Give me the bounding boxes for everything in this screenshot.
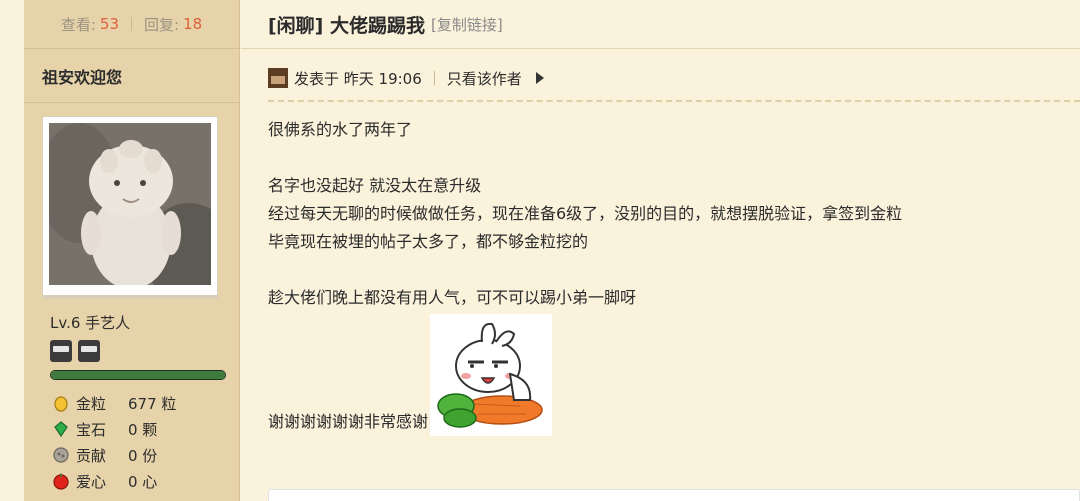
contribution-icon <box>52 446 70 464</box>
copy-link-button[interactable]: [复制链接] <box>431 14 503 35</box>
online-status-icon <box>268 68 288 88</box>
author-name[interactable]: 祖安欢迎您 <box>24 49 239 103</box>
avatar[interactable] <box>42 116 218 296</box>
attr-contribution: 贡献 0 份 <box>52 442 176 468</box>
medal-icon[interactable] <box>50 340 72 362</box>
stats-divider <box>131 17 132 31</box>
level-progress-bar <box>50 370 226 380</box>
avatar-image <box>49 123 211 285</box>
user-attributes: 金粒 677 粒 宝石 0 颗 贡献 0 份 爱心 0 心 <box>52 390 176 494</box>
attr-value: 0 份 <box>128 446 158 465</box>
attr-label: 爱心 <box>76 472 107 491</box>
thread-stats: 查看: 53 回复: 18 <box>24 0 239 48</box>
post-line: 很佛系的水了两年了 <box>268 120 413 139</box>
medal-icon[interactable] <box>78 340 100 362</box>
attr-value: 0 心 <box>128 472 158 491</box>
dashed-divider <box>268 100 1080 102</box>
thanks-line: 谢谢谢谢谢谢非常感谢 <box>268 314 1058 436</box>
triangle-right-icon[interactable] <box>535 72 544 84</box>
post-line: 趁大佬们晚上都没有用人气，可不可以踢小弟一脚呀 <box>268 288 637 307</box>
meta-divider <box>433 71 435 85</box>
heart-apple-icon <box>52 472 70 490</box>
views-count: 53 <box>99 15 119 33</box>
author-only-link[interactable]: 只看该作者 <box>447 68 522 89</box>
post-content: 很佛系的水了两年了 名字也没起好 就没太在意升级 经过每天无聊的时候做做任务，现… <box>268 116 1058 436</box>
reply-input-box[interactable] <box>268 489 1080 501</box>
attr-value: 677 粒 <box>128 394 177 413</box>
author-sidebar: 查看: 53 回复: 18 祖安欢迎您 Lv.6 手艺人 金粒 677 粒 宝石… <box>24 0 240 501</box>
attr-label: 金粒 <box>76 394 107 413</box>
attr-label: 贡献 <box>76 446 107 465</box>
level-progress-fill <box>51 371 225 379</box>
user-level: Lv.6 手艺人 <box>50 314 131 332</box>
attr-label: 宝石 <box>76 420 107 439</box>
attr-heart: 爱心 0 心 <box>52 468 176 494</box>
medal-list <box>50 340 100 362</box>
views-label: 查看: <box>60 15 96 34</box>
gold-grain-icon <box>52 394 70 412</box>
thanks-text: 谢谢谢谢谢谢非常感谢 <box>268 412 429 431</box>
thread-header: [闲聊] 大佬踢踢我 [复制链接] <box>241 0 1080 49</box>
rabbit-carrot-sticker[interactable] <box>430 314 553 436</box>
attr-value: 0 颗 <box>128 420 158 439</box>
attr-gold: 金粒 677 粒 <box>52 390 176 416</box>
gem-icon <box>52 420 70 438</box>
post-meta: 发表于 昨天 19:06 只看该作者 <box>268 60 544 96</box>
replies-label: 回复: <box>144 15 180 34</box>
replies-count: 18 <box>183 15 203 33</box>
post-line: 毕竟现在被埋的帖子太多了，都不够金粒挖的 <box>268 232 589 251</box>
post-line: 名字也没起好 就没太在意升级 <box>268 176 482 195</box>
attr-gem: 宝石 0 颗 <box>52 416 176 442</box>
post-main: [闲聊] 大佬踢踢我 [复制链接] 发表于 昨天 19:06 只看该作者 很佛系… <box>241 0 1080 501</box>
post-time: 发表于 昨天 19:06 <box>294 69 422 88</box>
thread-title: [闲聊] 大佬踢踢我 <box>268 14 425 37</box>
page-edge <box>0 0 24 501</box>
post-line: 经过每天无聊的时候做做任务，现在准备6级了，没别的目的，就想摆脱验证，拿签到金粒 <box>268 204 903 223</box>
